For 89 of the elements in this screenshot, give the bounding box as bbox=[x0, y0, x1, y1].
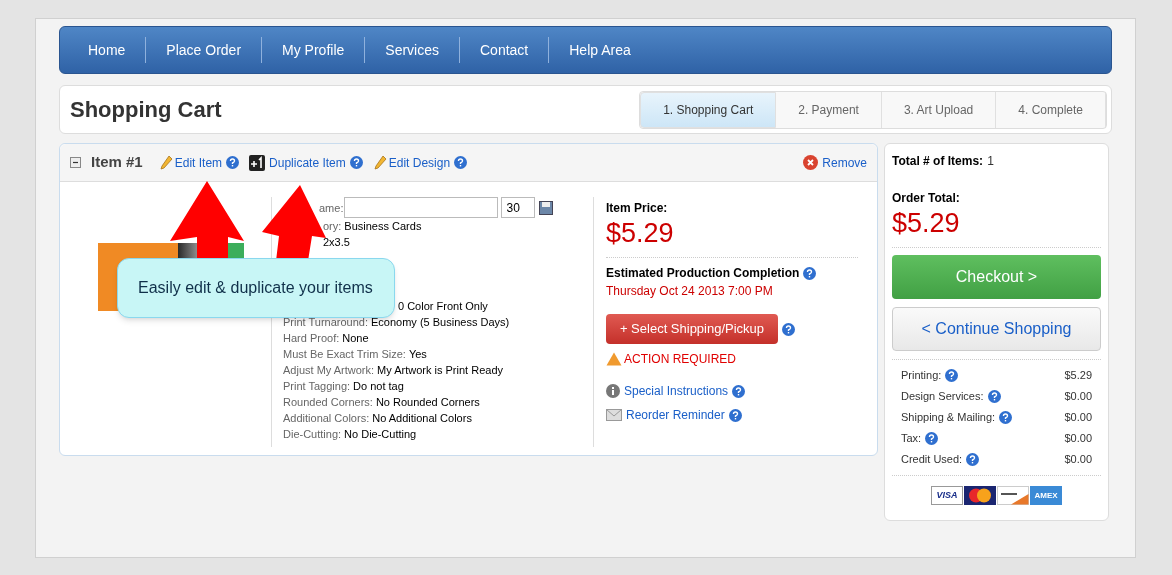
select-shipping-button[interactable]: + Select Shipping/Pickup bbox=[606, 314, 778, 344]
help-icon[interactable] bbox=[732, 384, 746, 398]
payment-card-logo: AMEX bbox=[1030, 486, 1062, 505]
cost-amount: $0.00 bbox=[1064, 409, 1092, 425]
detail-label: Adjust My Artwork: bbox=[283, 363, 375, 378]
item-price: $5.29 bbox=[606, 217, 675, 249]
completion-label: Estimated Production Completion bbox=[606, 265, 800, 282]
nav-link[interactable]: My Profile bbox=[262, 39, 365, 61]
help-icon[interactable] bbox=[999, 410, 1013, 424]
item-title: Item #1 bbox=[91, 152, 143, 173]
detail-value: Economy (5 Business Days) bbox=[371, 315, 510, 330]
order-total: $5.29 bbox=[892, 207, 961, 239]
cost-amount: $0.00 bbox=[1064, 451, 1092, 467]
item-action-link[interactable]: Edit Item bbox=[174, 153, 223, 172]
item-option-link[interactable]: Special Instructions bbox=[624, 382, 729, 400]
item-action-link[interactable]: Edit Design bbox=[388, 153, 451, 172]
detail-value: Do not tag bbox=[353, 379, 404, 394]
item-action-link[interactable]: Duplicate Item bbox=[269, 153, 346, 172]
order-total-label: Order Total: bbox=[892, 190, 961, 207]
progress-step: 4. Complete bbox=[996, 91, 1106, 128]
collapse-toggle[interactable] bbox=[70, 157, 81, 168]
envelope-icon bbox=[606, 409, 622, 421]
pencil-icon bbox=[158, 154, 173, 171]
detail-label: Die-Cutting: bbox=[283, 427, 342, 442]
remove-icon bbox=[803, 155, 819, 170]
help-icon[interactable] bbox=[987, 389, 1001, 403]
detail-label: Rounded Corners: bbox=[283, 395, 373, 410]
items-count-label: Total # of Items: bbox=[892, 153, 984, 170]
nav-link[interactable]: Services bbox=[365, 39, 459, 61]
nav-link[interactable]: Home bbox=[68, 39, 146, 61]
item-name-field[interactable] bbox=[344, 197, 499, 218]
cost-label: Printing: bbox=[901, 367, 942, 383]
detail-value: Business Cards bbox=[344, 219, 422, 234]
detail-label: ory: bbox=[323, 219, 342, 234]
nav-link[interactable]: Help Area bbox=[549, 39, 651, 61]
help-icon[interactable] bbox=[782, 322, 795, 336]
detail-value: Yes bbox=[408, 347, 427, 362]
continue-shopping-button[interactable]: < Continue Shopping bbox=[892, 307, 1101, 351]
completion-date: Thursday Oct 24 2013 7:00 PM bbox=[606, 283, 774, 300]
detail-value: My Artwork is Print Ready bbox=[377, 363, 503, 378]
progress-step: 2. Payment bbox=[776, 91, 882, 128]
detail-value: No Die-Cutting bbox=[344, 427, 417, 442]
detail-label: Additional Colors: bbox=[283, 411, 370, 426]
action-required-text: ACTION REQUIRED bbox=[624, 351, 736, 368]
nav-link[interactable]: Contact bbox=[460, 39, 549, 61]
detail-label: Must Be Exact Trim Size: bbox=[283, 347, 406, 362]
card-logo-drawing bbox=[964, 486, 996, 505]
cost-amount: $5.29 bbox=[1064, 367, 1092, 383]
help-icon[interactable] bbox=[966, 452, 980, 466]
cost-label: Design Services: bbox=[901, 388, 984, 404]
detail-value: None bbox=[342, 331, 369, 346]
help-icon[interactable] bbox=[728, 408, 742, 422]
help-icon[interactable] bbox=[454, 156, 468, 169]
detail-value: 2x3.5 bbox=[323, 235, 350, 250]
help-icon[interactable] bbox=[925, 431, 939, 445]
detail-value: 0 Color Front Only bbox=[398, 299, 488, 314]
progress-step: 1. Shopping Cart bbox=[640, 91, 777, 128]
page-title: Shopping Cart bbox=[70, 96, 222, 124]
cost-label: Shipping & Mailing: bbox=[901, 409, 996, 425]
progress-step: 3. Art Upload bbox=[881, 91, 997, 128]
card-logo-drawing bbox=[997, 486, 1029, 505]
detail-value: No Additional Colors bbox=[372, 411, 472, 426]
save-icon[interactable] bbox=[539, 200, 554, 215]
cost-label: Tax: bbox=[901, 430, 922, 446]
callout-tooltip: Easily edit & duplicate your items bbox=[117, 258, 395, 318]
remove-link[interactable]: Remove bbox=[822, 153, 867, 172]
cost-amount: $0.00 bbox=[1064, 388, 1092, 404]
detail-value: No Rounded Corners bbox=[375, 395, 480, 410]
pencil-icon bbox=[372, 154, 387, 171]
items-count: 1 bbox=[987, 153, 994, 170]
item-price-label: Item Price: bbox=[606, 200, 669, 217]
detail-label: Print Turnaround: bbox=[283, 315, 368, 330]
warning-icon bbox=[606, 352, 622, 366]
item-option-link[interactable]: Reorder Reminder bbox=[626, 406, 725, 424]
payment-card-logo: VISA bbox=[931, 486, 963, 505]
info-icon bbox=[606, 384, 620, 398]
nav-link[interactable]: Place Order bbox=[146, 39, 262, 61]
help-icon[interactable] bbox=[945, 368, 959, 382]
detail-label: ame: bbox=[319, 200, 344, 216]
cost-amount: $0.00 bbox=[1064, 430, 1092, 446]
detail-label: Print Tagging: bbox=[283, 379, 351, 394]
help-icon[interactable] bbox=[226, 156, 240, 169]
duplicate-icon bbox=[249, 154, 266, 171]
detail-label: Hard Proof: bbox=[283, 331, 340, 346]
quantity-field[interactable]: 30 bbox=[501, 197, 536, 218]
help-icon[interactable] bbox=[803, 266, 817, 280]
help-icon[interactable] bbox=[349, 156, 363, 169]
checkout-button[interactable]: Checkout > bbox=[892, 255, 1101, 299]
cost-label: Credit Used: bbox=[901, 451, 963, 467]
